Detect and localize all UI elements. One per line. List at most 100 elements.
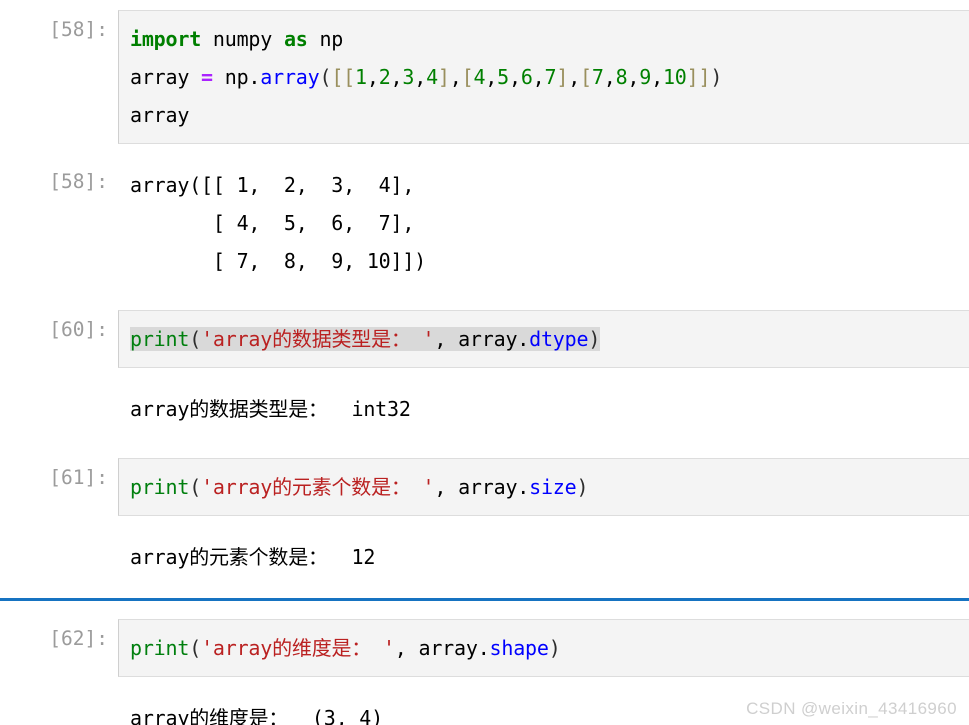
comma-6: , [508, 65, 521, 89]
bracket-row2-open: [ [461, 65, 474, 89]
keyword-as: as [283, 27, 308, 51]
num-1: 1 [355, 65, 367, 89]
paren-close: ) [576, 475, 589, 499]
spacer-after-divider [0, 601, 969, 619]
code-editor-61[interactable]: print('array的元素个数是： ', array.size) [118, 458, 969, 516]
code-line-print-dtype: print('array的数据类型是： ', array.dtype) [130, 320, 969, 358]
comma-separator: , [394, 636, 419, 660]
spacer-before-divider [0, 580, 969, 598]
object-array: array. [418, 636, 490, 660]
output-text-61: array的元素个数是： 12 [118, 534, 969, 580]
bracket-row1-open: [ [343, 65, 356, 89]
module-numpy: numpy [201, 27, 284, 51]
jupyter-notebook-page: [58]: import numpy as np array = np.arra… [0, 0, 969, 725]
num-11: 9 [639, 65, 652, 89]
bracket-outer-close: ] [698, 65, 711, 89]
output-line: array的元素个数是： 12 [130, 545, 376, 569]
prompt-label-in-61: [61]: [49, 466, 108, 489]
num-4: 4 [426, 65, 438, 89]
num-3: 3 [402, 65, 415, 89]
output-cell-58: [58]: array([[ 1, 2, 3, 4], [ 4, 5, 6, 7… [0, 162, 969, 284]
csdn-watermark: CSDN @weixin_43416960 [746, 699, 957, 718]
fn-print: print [130, 636, 190, 660]
output-line: [ 4, 5, 6, 7], [130, 211, 415, 235]
code-cell-60[interactable]: [60]: print('array的数据类型是： ', array.dtype… [0, 310, 969, 368]
comma-9: , [603, 65, 616, 89]
code-editor-58[interactable]: import numpy as np array = np.array([[1,… [118, 10, 969, 144]
spacer-after-cell-58-input [0, 144, 969, 162]
prompt-label-in-62: [62]: [49, 627, 108, 650]
fn-np-array: array [260, 65, 320, 89]
comma-5: , [485, 65, 498, 89]
code-editor-60[interactable]: print('array的数据类型是： ', array.dtype) [118, 310, 969, 368]
code-cell-58[interactable]: [58]: import numpy as np array = np.arra… [0, 10, 969, 144]
num-10: 8 [615, 65, 628, 89]
np-prefix: np. [212, 65, 261, 89]
var-array: array [130, 65, 202, 89]
paren-close: ) [588, 327, 601, 351]
comma-separator: , [434, 327, 459, 351]
attr-size: size [529, 475, 577, 499]
num-7: 6 [520, 65, 533, 89]
comma-7: , [532, 65, 545, 89]
prompt-label-in-60: [60]: [49, 318, 108, 341]
spacer-after-cell-58-output [0, 284, 969, 310]
spacer-after-cell-62-input [0, 677, 969, 695]
alias-np: np [307, 27, 344, 51]
operator-equals: = [201, 65, 213, 89]
paren-close: ) [710, 65, 723, 89]
paren-open: ( [319, 65, 332, 89]
attr-shape: shape [489, 636, 549, 660]
output-cell-60: array的数据类型是： int32 [0, 386, 969, 432]
num-5: 4 [473, 65, 486, 89]
code-line-array-assign: array = np.array([[1,2,3,4],[4,5,6,7],[7… [130, 58, 969, 96]
bracket-row1-close: ] [437, 65, 450, 89]
output-text-60: array的数据类型是： int32 [118, 386, 969, 432]
top-spacer [0, 0, 969, 10]
spacer-after-cell-60-output [0, 432, 969, 458]
object-array: array. [458, 475, 530, 499]
string-literal: 'array的维度是： ' [201, 636, 395, 660]
code-line-print-shape: print('array的维度是： ', array.shape) [130, 629, 969, 667]
num-8: 7 [544, 65, 557, 89]
paren-close: ) [548, 636, 561, 660]
output-cell-61: array的元素个数是： 12 [0, 534, 969, 580]
prompt-label-in-58: [58]: [49, 18, 108, 41]
paren-open: ( [189, 475, 202, 499]
code-line-import: import numpy as np [130, 20, 969, 58]
prompt-label-out-58: [58]: [49, 170, 108, 193]
string-literal: 'array的元素个数是： ' [201, 475, 435, 499]
attr-dtype: dtype [529, 327, 589, 351]
num-9: 7 [591, 65, 604, 89]
bracket-row3-open: [ [580, 65, 592, 89]
bracket-row3-close: ] [686, 65, 699, 89]
comma-2: , [390, 65, 403, 89]
spacer-after-cell-60-input [0, 368, 969, 386]
code-line-array-expr: array [130, 103, 190, 127]
output-text-58: array([[ 1, 2, 3, 4], [ 4, 5, 6, 7], [ 7… [118, 162, 969, 284]
num-2: 2 [378, 65, 391, 89]
comma-11: , [651, 65, 663, 89]
selection-highlight: print('array的数据类型是： ', array.dtype) [130, 327, 600, 351]
code-cell-61[interactable]: [61]: print('array的元素个数是： ', array.size) [0, 458, 969, 516]
comma-1: , [366, 65, 379, 89]
paren-open: ( [189, 327, 202, 351]
output-line: array的数据类型是： int32 [130, 397, 411, 421]
bracket-row2-close: ] [556, 65, 569, 89]
comma-8: , [568, 65, 581, 89]
code-line-print-size: print('array的元素个数是： ', array.size) [130, 468, 969, 506]
spacer-after-cell-61-input [0, 516, 969, 534]
comma-3: , [414, 65, 427, 89]
keyword-import: import [130, 27, 202, 51]
comma-4: , [449, 65, 462, 89]
num-6: 5 [497, 65, 509, 89]
string-literal: 'array的数据类型是： ' [201, 327, 435, 351]
code-editor-62[interactable]: print('array的维度是： ', array.shape) [118, 619, 969, 677]
comma-separator: , [434, 475, 459, 499]
output-line: array([[ 1, 2, 3, 4], [130, 173, 415, 197]
comma-10: , [627, 65, 640, 89]
num-12: 10 [662, 65, 687, 89]
object-array: array. [458, 327, 530, 351]
code-cell-62[interactable]: [62]: print('array的维度是： ', array.shape) [0, 619, 969, 677]
output-line: [ 7, 8, 9, 10]]) [130, 249, 427, 273]
